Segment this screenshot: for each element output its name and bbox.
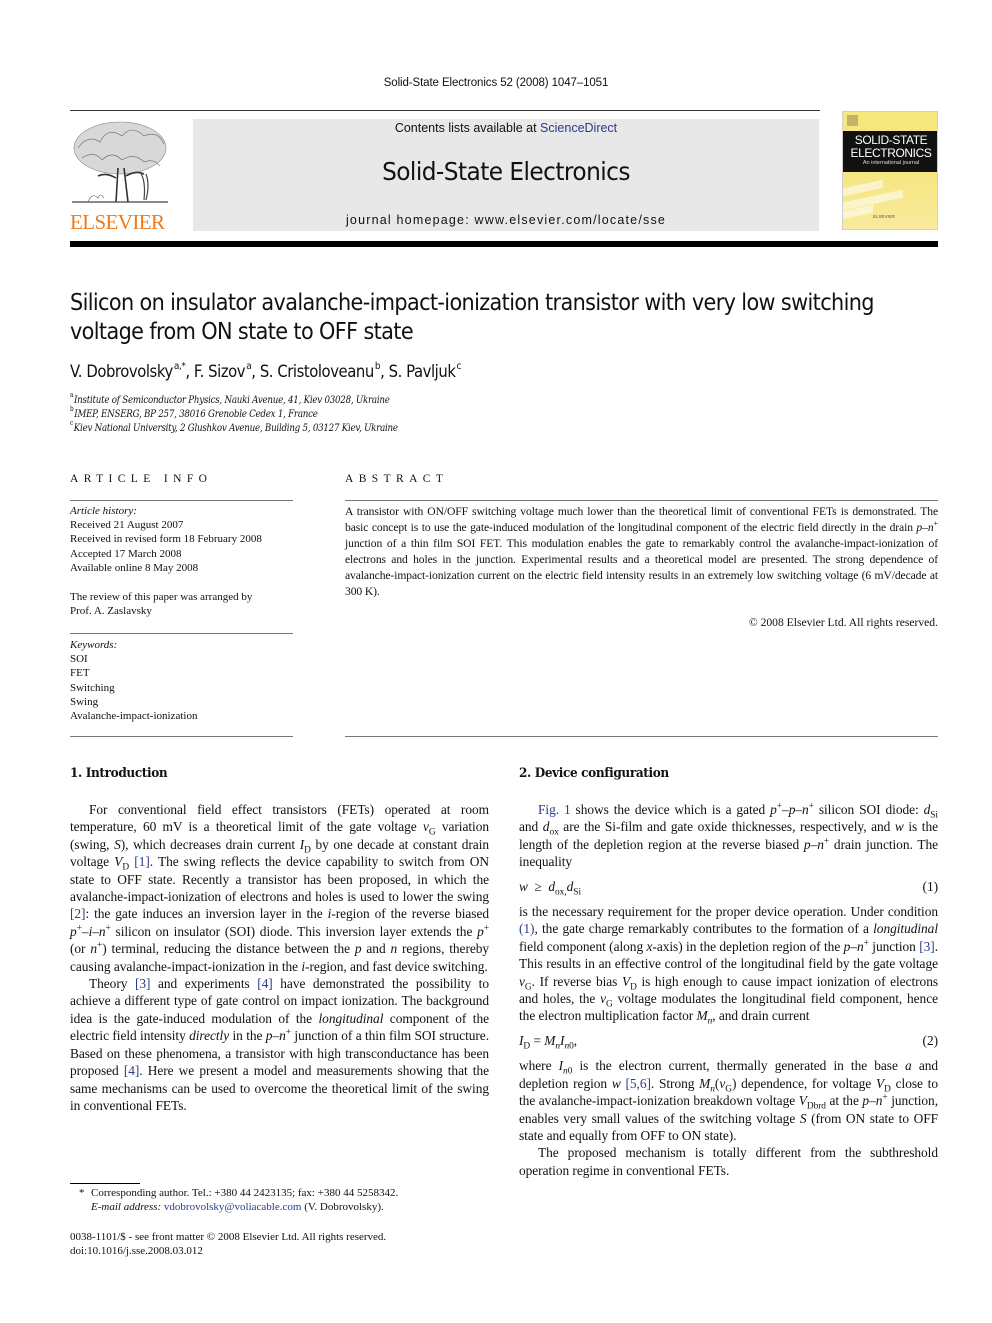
divider [345,500,938,501]
abstract-text: A transistor with ON/OFF switching volta… [345,505,938,598]
review-note: The review of this paper was arranged by… [70,590,310,618]
cover-stripe [843,179,883,197]
keyword: Avalanche-impact-ionization [70,710,198,723]
divider [70,633,293,634]
author-name[interactable]: S. Pavljuk [389,362,456,381]
doi-link[interactable]: doi:10.1016/j.sse.2008.03.012 [70,1244,500,1258]
affiliation: cKiev National University, 2 Glushkov Av… [70,419,398,434]
author-name[interactable]: V. Dobrovolsky [70,362,173,381]
abstract-heading: ABSTRACT [345,473,449,485]
body-paragraph: For conventional field effect transistor… [70,802,490,974]
journal-homepage-link[interactable]: journal homepage: www.elsevier.com/locat… [193,213,819,227]
elsevier-logo[interactable]: ELSEVIER [68,118,172,234]
journal-banner: Contents lists available at ScienceDirec… [193,119,819,231]
history-item: Received in revised form 18 February 200… [70,533,262,546]
body-paragraph: Fig. 1 shows the device which is a gated… [519,801,939,870]
equation-number: (2) [922,1032,939,1048]
body-paragraph: is the necessary requirement for the pro… [519,904,939,1028]
footnote-rule [70,1183,140,1184]
equation-body: ID = MnIn0, [519,1032,578,1052]
author-affiliation-mark[interactable]: a,* [174,361,186,372]
footnote-star: * [79,1187,85,1199]
author-name[interactable]: S. Cristoloveanu [260,362,374,381]
affiliation-mark: b [70,405,74,414]
running-head: Solid-State Electronics 52 (2008) 1047–1… [383,77,609,89]
email-link[interactable]: vdobrovolsky@voliacable.com [164,1201,302,1213]
keyword: SOI [70,653,88,666]
review-note-line: Prof. A. Zaslavsky [70,605,152,618]
keywords-label: Keywords: [70,639,118,651]
divider [345,736,938,737]
history-item: Accepted 17 March 2008 [70,547,182,560]
affiliation-text: IMEP, ENSERG, BP 257, 38016 Grenoble Ced… [74,408,318,420]
affiliation-text: Institute of Semiconductor Physics, Nauk… [73,394,390,406]
history-item: Received 21 August 2007 [70,519,184,532]
author-affiliation-mark[interactable]: b [375,361,381,372]
affiliation-mark: c [70,419,73,428]
journal-cover-thumbnail[interactable]: SOLID-STATE ELECTRONICS An international… [842,111,938,230]
divider [70,736,293,737]
section-heading-device-configuration: 2. Device configuration [519,766,669,781]
corresponding-author-footnote: * Corresponding author. Tel.: +380 44 24… [79,1186,509,1214]
author-name[interactable]: F. Sizov [194,362,246,381]
keywords: Keywords: SOI FET Switching Swing Avalan… [70,638,310,723]
cover-publisher: ELSEVIER [873,214,896,219]
keyword: FET [70,667,90,680]
cover-title-line2: ELECTRONICS [850,146,932,160]
equation-body: w ≥ dox,dSi [519,878,581,898]
author-list: V. Dobrovolsky a,*, F. Sizov a, S. Crist… [70,360,462,381]
equation-1: w ≥ dox,dSi (1) [519,878,939,898]
cover-title-band: SOLID-STATE ELECTRONICS An international… [843,131,937,172]
body-paragraph: Theory [3] and experiments [4] have demo… [70,976,489,1113]
equation-2: ID = MnIn0, (2) [519,1032,939,1052]
affiliation: aInstitute of Semiconductor Physics, Nau… [70,391,390,406]
left-column: For conventional field effect transistor… [70,801,489,1114]
affiliation-text: Kiev National University, 2 Glushkov Ave… [73,422,398,434]
elsevier-wordmark: ELSEVIER [70,210,165,234]
review-note-line: The review of this paper was arranged by [70,591,253,603]
history-item: Available online 8 May 2008 [70,561,199,574]
journal-name: Solid-State Electronics [382,157,630,186]
affiliation-mark: a [70,391,74,400]
article-history: Article history: Received 21 August 2007… [70,504,310,575]
header-thick-rule [70,241,938,247]
section-heading-introduction: 1. Introduction [70,766,168,781]
cover-publisher-logo-icon [847,115,858,126]
history-label: Article history: [70,505,137,517]
contents-line: Contents lists available at ScienceDirec… [193,121,819,135]
issn-doi-block: 0038-1101/$ - see front matter © 2008 El… [70,1230,500,1258]
header-rule [70,110,820,111]
equation-number: (1) [922,878,939,894]
article-info-heading: ARTICLE INFO [70,473,213,485]
footnote-contact: Corresponding author. Tel.: +380 44 2423… [91,1187,399,1199]
sciencedirect-link[interactable]: ScienceDirect [540,121,617,135]
affiliation: bIMEP, ENSERG, BP 257, 38016 Grenoble Ce… [70,405,318,420]
issn-line: 0038-1101/$ - see front matter © 2008 El… [70,1231,387,1243]
contents-prefix: Contents lists available at [394,121,541,135]
divider [70,500,293,501]
cover-title-line1: SOLID-STATE [854,133,928,147]
email-suffix: (V. Dobrovolsky). [301,1201,384,1214]
email-label: E-mail address: [91,1201,162,1214]
body-paragraph: The proposed mechanism is totally differ… [519,1145,938,1178]
article-title: Silicon on insulator avalanche-impact-io… [70,290,874,345]
author-affiliation-mark[interactable]: a [246,361,251,372]
elsevier-tree-icon [72,121,168,203]
author-affiliation-mark[interactable]: c [457,361,462,372]
body-paragraph: where In0 is the electron current, therm… [519,1058,939,1143]
cover-subtitle: An international journal [862,160,920,166]
keyword: Switching [70,681,115,694]
abstract-copyright: © 2008 Elsevier Ltd. All rights reserved… [748,616,938,629]
right-column: Fig. 1 shows the device which is a gated… [519,801,938,1179]
keyword: Swing [70,695,99,708]
